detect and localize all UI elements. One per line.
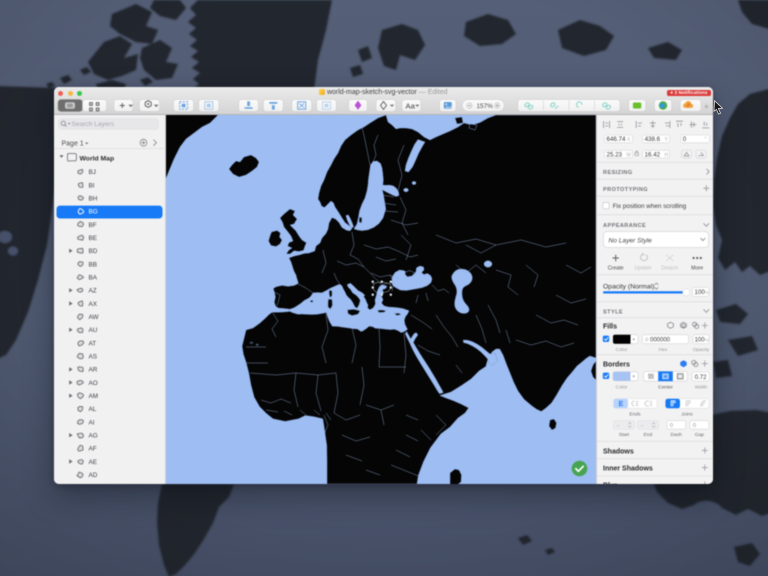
svg-text:Dash: Dash bbox=[670, 432, 682, 438]
svg-text:25.23: 25.23 bbox=[607, 151, 623, 158]
svg-text:BJ: BJ bbox=[89, 169, 96, 176]
svg-text:AT: AT bbox=[89, 340, 97, 347]
svg-text:Borders: Borders bbox=[603, 361, 630, 368]
svg-text:000000: 000000 bbox=[650, 337, 671, 343]
svg-text:Width: Width bbox=[695, 384, 708, 390]
svg-text:Blur: Blur bbox=[603, 483, 617, 484]
svg-text:AU: AU bbox=[89, 327, 98, 334]
svg-text:BH: BH bbox=[89, 195, 98, 202]
svg-text:AF: AF bbox=[89, 446, 97, 453]
svg-text:Gap: Gap bbox=[695, 432, 705, 438]
svg-text:438.6: 438.6 bbox=[645, 136, 661, 143]
svg-text:Fix position when scrolling: Fix position when scrolling bbox=[613, 203, 687, 210]
svg-text:AW: AW bbox=[89, 314, 100, 321]
svg-text:Create: Create bbox=[608, 265, 624, 271]
svg-text:16.42: 16.42 bbox=[645, 151, 661, 158]
svg-text:AL: AL bbox=[89, 406, 97, 413]
svg-text:AO: AO bbox=[89, 380, 98, 387]
svg-text:Page 1: Page 1 bbox=[62, 140, 84, 147]
svg-text:AI: AI bbox=[89, 419, 95, 426]
svg-text:W: W bbox=[626, 152, 631, 158]
svg-text:0: 0 bbox=[670, 423, 673, 429]
svg-text:BA: BA bbox=[89, 275, 98, 282]
svg-text:AG: AG bbox=[89, 433, 98, 440]
svg-text:Search Layers: Search Layers bbox=[72, 121, 115, 128]
svg-text:Opacity: Opacity bbox=[693, 347, 710, 353]
svg-text:World Map: World Map bbox=[80, 155, 115, 162]
svg-text:AS: AS bbox=[89, 354, 98, 361]
svg-text:STYLE: STYLE bbox=[603, 309, 623, 315]
svg-text:PROTOTYPING: PROTOTYPING bbox=[603, 187, 648, 193]
svg-text:BG: BG bbox=[89, 209, 98, 216]
svg-text:AR: AR bbox=[89, 367, 98, 374]
svg-text:AM: AM bbox=[89, 393, 99, 400]
svg-text:Joins: Joins bbox=[681, 412, 693, 418]
svg-text:Color: Color bbox=[616, 347, 628, 353]
svg-text:Opacity (Normal): Opacity (Normal) bbox=[603, 284, 654, 291]
svg-text:Shadows: Shadows bbox=[603, 448, 634, 455]
svg-text:646.74: 646.74 bbox=[607, 136, 626, 143]
svg-text:No Layer Style: No Layer Style bbox=[609, 237, 653, 244]
svg-text:H: H bbox=[665, 152, 669, 158]
svg-text:BI: BI bbox=[89, 182, 95, 189]
svg-text:Aa: Aa bbox=[406, 102, 416, 111]
svg-text:End: End bbox=[644, 432, 653, 438]
svg-text:Hex: Hex bbox=[659, 347, 668, 353]
svg-text:»: » bbox=[705, 104, 709, 111]
svg-text:BB: BB bbox=[89, 261, 98, 268]
svg-text:AX: AX bbox=[89, 301, 98, 308]
svg-text:BE: BE bbox=[89, 235, 98, 242]
svg-text:0: 0 bbox=[693, 423, 696, 429]
svg-text:BD: BD bbox=[89, 248, 98, 255]
svg-text:0: 0 bbox=[683, 136, 687, 143]
svg-text:Color: Color bbox=[616, 384, 628, 390]
svg-text:Update: Update bbox=[634, 265, 651, 271]
svg-text:Ends: Ends bbox=[629, 412, 641, 418]
svg-text:157%: 157% bbox=[477, 103, 494, 110]
svg-text:AZ: AZ bbox=[89, 288, 97, 295]
svg-text:Detach: Detach bbox=[661, 265, 678, 271]
svg-text:0.72: 0.72 bbox=[695, 375, 707, 381]
svg-text:More: More bbox=[691, 265, 703, 271]
svg-text:APPEARANCE: APPEARANCE bbox=[603, 223, 646, 229]
svg-text:AD: AD bbox=[89, 472, 98, 479]
svg-text:RESIZING: RESIZING bbox=[603, 170, 633, 176]
svg-text:Inner Shadows: Inner Shadows bbox=[603, 466, 653, 473]
svg-text:Center: Center bbox=[658, 384, 673, 390]
svg-text:Start: Start bbox=[619, 432, 630, 438]
svg-text:AE: AE bbox=[89, 459, 98, 466]
svg-text:BF: BF bbox=[89, 222, 97, 229]
svg-text:Fills: Fills bbox=[603, 323, 617, 330]
svg-text:100%: 100% bbox=[695, 289, 709, 296]
svg-text:°: ° bbox=[705, 137, 707, 143]
